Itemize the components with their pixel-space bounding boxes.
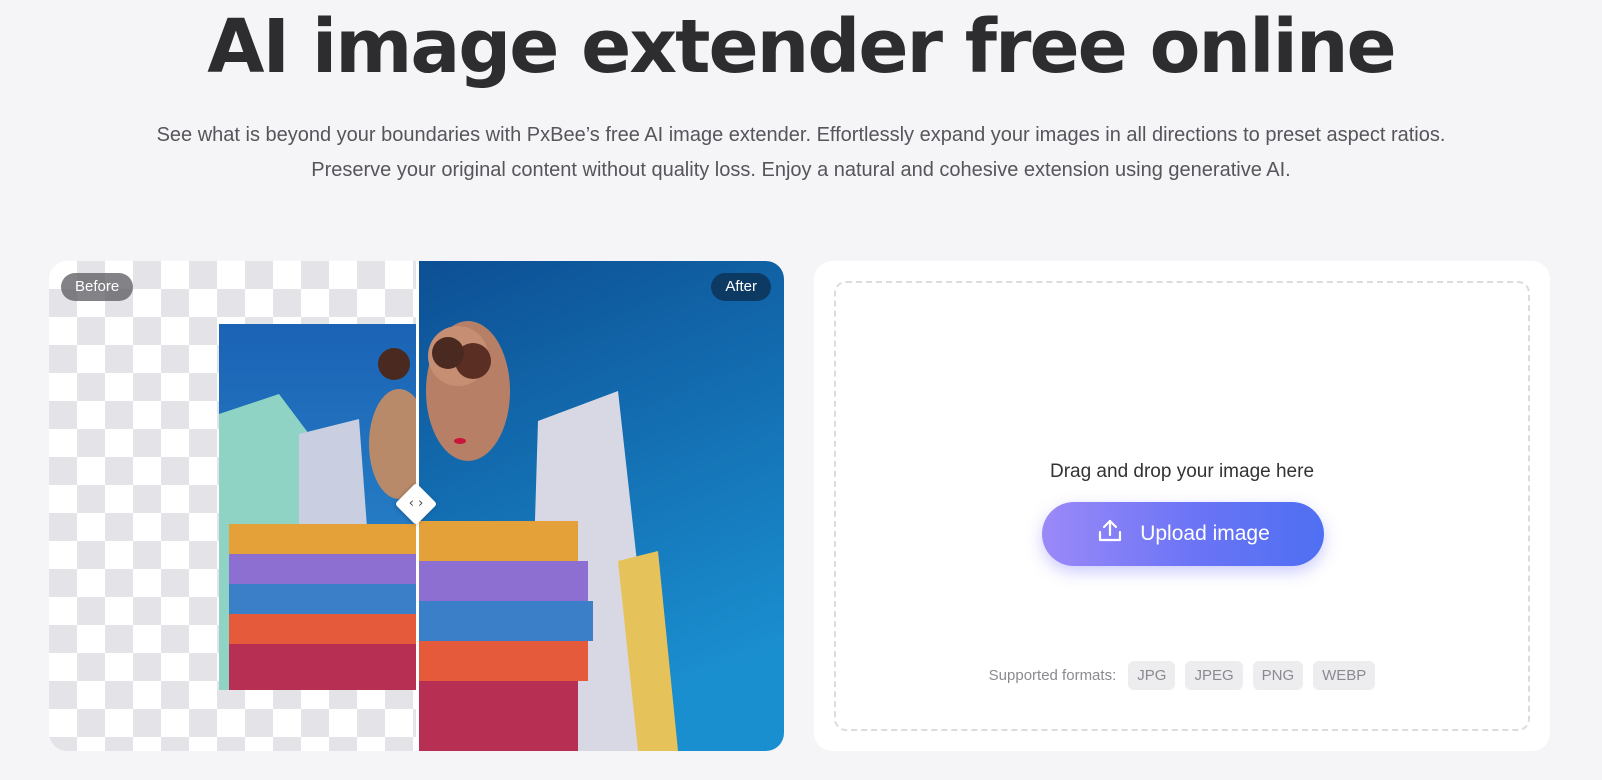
after-image — [418, 261, 784, 751]
format-badge: JPEG — [1185, 661, 1243, 690]
page-description: See what is beyond your boundaries with … — [156, 124, 1446, 181]
page-title: AI image extender free online — [207, 4, 1396, 90]
before-after-comparison[interactable]: ‹ › Before After — [49, 261, 784, 751]
upload-icon — [1096, 517, 1124, 551]
format-badge: WEBP — [1313, 661, 1376, 690]
upload-button-label: Upload image — [1140, 522, 1270, 545]
upload-card: Drag and drop your image here Upload ima… — [814, 261, 1550, 751]
formats-label: Supported formats: — [988, 667, 1117, 684]
chevrons-left-right-icon: ‹ › — [408, 496, 424, 511]
after-badge: After — [711, 273, 771, 301]
upload-image-button[interactable]: Upload image — [1042, 502, 1324, 566]
format-badge: PNG — [1252, 661, 1304, 690]
format-badge: JPG — [1128, 661, 1176, 690]
before-image — [219, 324, 418, 690]
supported-formats: Supported formats: JPG JPEG PNG WEBP — [836, 661, 1528, 690]
dropzone[interactable]: Drag and drop your image here Upload ima… — [834, 281, 1530, 731]
before-badge: Before — [61, 273, 134, 301]
dropzone-label: Drag and drop your image here — [1049, 461, 1315, 482]
